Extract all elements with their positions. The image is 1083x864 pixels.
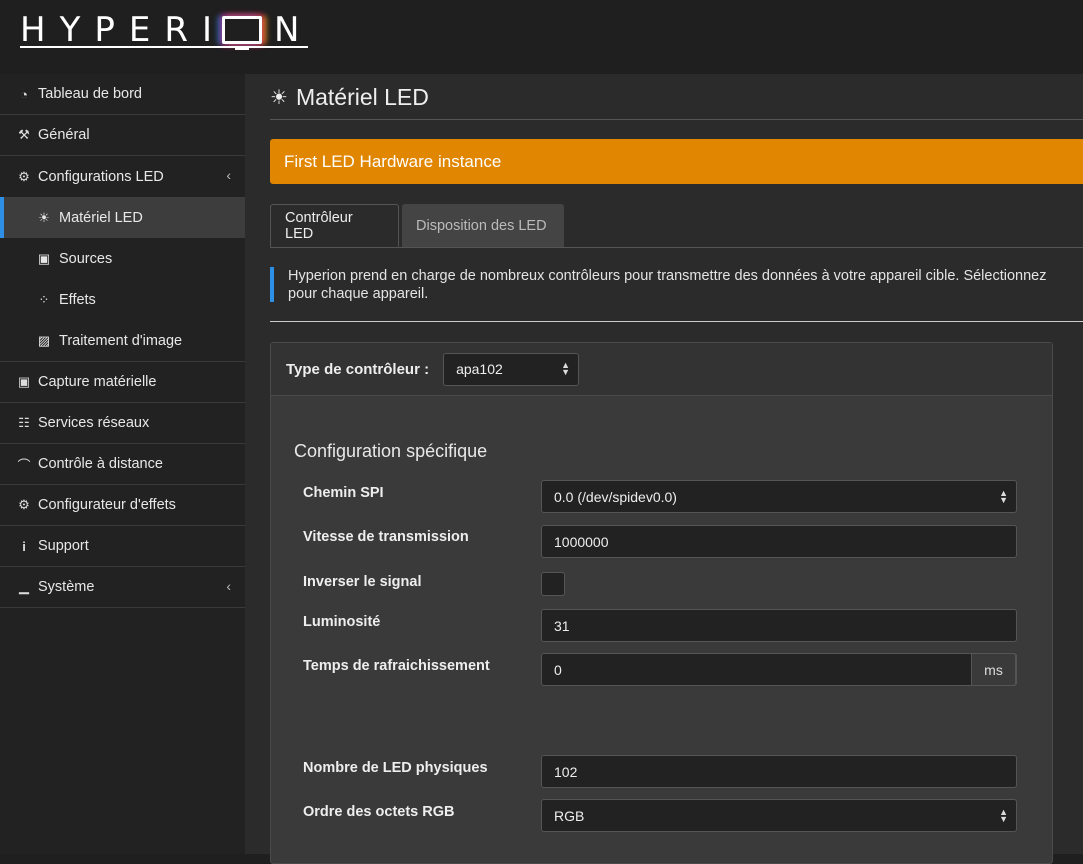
sidebar-item-label: Services réseaux — [38, 415, 150, 431]
lightbulb-icon: ☀ — [270, 87, 288, 109]
baudrate-input[interactable]: 1000000 — [541, 525, 1017, 558]
sidebar-item-system[interactable]: ▁ Système ‹ — [0, 567, 245, 608]
logo-text-end: N — [273, 10, 300, 50]
baudrate-label: Vitesse de transmission — [303, 529, 469, 545]
led-count-label: Nombre de LED physiques — [303, 760, 488, 776]
sidebar-item-label: Effets — [59, 291, 96, 308]
controller-type-value: apa102 — [456, 361, 503, 377]
camera-icon: ▣ — [37, 250, 51, 266]
sidebar-item-label: Matériel LED — [59, 209, 143, 226]
sidebar-item-label: Capture matérielle — [38, 374, 157, 390]
brightness-input[interactable]: 31 — [541, 609, 1017, 642]
sidebar-item-network-services[interactable]: ☷ Services réseaux — [0, 403, 245, 444]
spi-path-select[interactable]: 0.0 (/dev/spidev0.0) ▲ ▼ — [541, 480, 1017, 513]
sidebar-item-led-configurations[interactable]: ⚙ Configurations LED ‹ — [0, 156, 245, 197]
sidebar-item-effects[interactable]: ⁘ Effets — [0, 279, 245, 320]
sidebar-item-dashboard[interactable]: ◔ Tableau de bord — [0, 74, 245, 115]
sidebar-item-label: Support — [38, 538, 89, 554]
sidebar-item-label: Configurations LED — [38, 168, 164, 185]
tab-led-controller[interactable]: Contrôleur LED — [270, 204, 399, 247]
gear-icon: ⚙ — [18, 168, 30, 184]
sidebar-item-general[interactable]: ⚒ Général — [0, 115, 245, 156]
brightness-label: Luminosité — [303, 614, 381, 630]
unit-addon: ms — [971, 653, 1016, 686]
refresh-time-value: 0 — [554, 661, 562, 678]
wrench-icon: ⚒ — [18, 127, 30, 142]
sidebar: ◔ Tableau de bord ⚒ Général ⚙ Configurat… — [0, 74, 245, 854]
invert-signal-label: Inverser le signal — [303, 574, 422, 590]
select-arrows-icon: ▲ ▼ — [999, 806, 1008, 824]
main-content: ☀ Matériel LED First LED Hardware instan… — [245, 74, 1083, 864]
gears-icon: ⚙ — [18, 497, 30, 512]
chart-icon: ▁ — [19, 579, 29, 594]
sidebar-item-image-processing[interactable]: ▨ Traitement d'image — [0, 320, 245, 361]
camera-icon: ▣ — [17, 374, 31, 389]
sidebar-item-effects-configurator[interactable]: ⚙ Configurateur d'effets — [0, 485, 245, 526]
divider — [270, 321, 1083, 322]
chevron-left-icon: ‹ — [226, 167, 231, 183]
logo-text: HYPERI — [20, 10, 226, 50]
sidebar-item-support[interactable]: i Support — [0, 526, 245, 567]
sidebar-item-label: Configurateur d'effets — [38, 497, 176, 513]
rgb-order-value: RGB — [554, 807, 585, 824]
panel-header: Type de contrôleur : apa102 ▲ ▼ — [271, 343, 1052, 396]
sidebar-item-hardware-capture[interactable]: ▣ Capture matérielle — [0, 362, 245, 403]
info-text-line2: pour chaque appareil. — [288, 286, 429, 302]
hyperion-logo[interactable]: HYPERI N — [20, 10, 299, 50]
spi-path-value: 0.0 (/dev/spidev0.0) — [554, 488, 677, 505]
page-title-text: Matériel LED — [295, 84, 429, 110]
info-icon: i — [22, 538, 26, 554]
sidebar-item-sources[interactable]: ▣ Sources — [0, 238, 245, 279]
sidebar-item-label: Tableau de bord — [38, 86, 142, 102]
spi-path-label: Chemin SPI — [303, 485, 384, 501]
sidebar-item-label: Sources — [59, 250, 113, 267]
rgb-order-select[interactable]: RGB ▲ ▼ — [541, 799, 1017, 832]
select-arrows-icon: ▲ ▼ — [999, 487, 1008, 505]
sidebar-item-remote-control[interactable]: ⌒ Contrôle à distance — [0, 444, 245, 485]
divider — [270, 119, 1083, 120]
sidebar-item-label: Contrôle à distance — [38, 456, 163, 472]
rgb-order-label: Ordre des octets RGB — [303, 804, 455, 820]
logo-underline — [20, 46, 308, 48]
sitemap-icon: ☷ — [18, 415, 30, 430]
section-title: Configuration spécifique — [294, 441, 488, 461]
chevron-left-icon: ‹ — [226, 578, 231, 594]
controller-type-label: Type de contrôleur : — [286, 360, 430, 378]
info-text-line1: Hyperion prend en charge de nombreux con… — [288, 268, 1047, 284]
controller-panel: Type de contrôleur : apa102 ▲ ▼ Configura… — [270, 342, 1053, 864]
lightbulb-icon: ☀ — [38, 209, 50, 225]
tab-bar: Contrôleur LED Disposition des LED — [270, 204, 1083, 248]
dashboard-icon: ◔ — [20, 86, 28, 102]
invert-signal-checkbox[interactable] — [541, 572, 565, 596]
top-header: HYPERI N — [0, 0, 1083, 74]
tv-icon — [221, 16, 262, 50]
sidebar-item-led-hardware[interactable]: ☀ Matériel LED — [0, 197, 245, 238]
spinner-icon: ⁘ — [38, 291, 50, 307]
info-callout: Hyperion prend en charge de nombreux con… — [270, 267, 1083, 302]
wifi-icon: ⌒ — [17, 457, 31, 473]
tab-led-layout[interactable]: Disposition des LED — [402, 204, 564, 247]
sidebar-item-label: Général — [38, 127, 90, 143]
instance-banner: First LED Hardware instance — [270, 139, 1083, 184]
page-title: ☀ Matériel LED — [270, 84, 429, 111]
refresh-time-label: Temps de rafraichissement — [303, 658, 490, 674]
sidebar-item-label: Traitement d'image — [59, 332, 183, 349]
sidebar-item-label: Système — [38, 579, 95, 595]
controller-type-select[interactable]: apa102 ▲ ▼ — [443, 352, 580, 386]
image-icon: ▨ — [37, 332, 51, 348]
select-arrows-icon: ▲ ▼ — [561, 360, 571, 377]
refresh-time-input[interactable]: 0 ms — [541, 653, 1017, 686]
led-count-input[interactable]: 102 — [541, 755, 1017, 788]
